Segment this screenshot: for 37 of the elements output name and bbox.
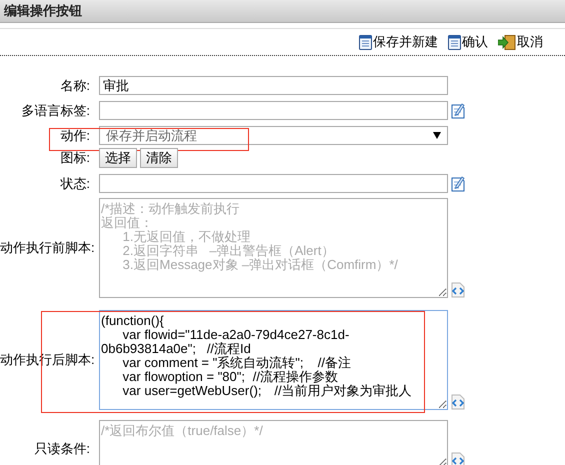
code-icon[interactable] <box>451 394 465 410</box>
placeholder-line: 返回值： <box>101 216 153 230</box>
save-button[interactable]: 确认 <box>448 33 488 51</box>
edit-document-icon[interactable] <box>451 175 465 192</box>
field-label: 图标: <box>59 149 91 167</box>
text-field[interactable] <box>99 101 448 120</box>
placeholder-line: /*描述：动作触发前执行 <box>101 202 240 216</box>
text-field[interactable] <box>99 174 448 193</box>
field-label: 动作: <box>59 126 91 144</box>
field-label: 动作执行前脚本: <box>0 239 96 257</box>
document-icon <box>448 34 461 50</box>
field-label: 只读条件: <box>33 440 91 458</box>
cancel-button[interactable]: 取消 <box>498 33 543 51</box>
action-dropdown[interactable]: 保存并启动流程 <box>99 126 448 145</box>
code-line: (function(){ <box>101 314 164 328</box>
document-icon <box>359 34 372 50</box>
placeholder-line: 3.返回Message对象 –弹出对话框（Comfirm）*/ <box>122 258 398 272</box>
code-icon[interactable] <box>451 452 465 465</box>
icon-pick-button[interactable]: 清除 <box>140 148 178 168</box>
edit-document-icon[interactable] <box>451 102 465 119</box>
placeholder-line: 2.返回字符串 –弹出警告框（Alert） <box>122 244 334 258</box>
dropdown-arrow-icon <box>433 132 441 139</box>
code-line: var comment = "系统自动流转"; //备注 <box>122 356 351 370</box>
save-button[interactable]: 保存并新建 <box>359 33 438 51</box>
placeholder-line: /*返回布尔值（true/false）*/ <box>101 424 263 438</box>
door-exit-icon <box>498 34 516 50</box>
field-label: 状态: <box>59 174 91 192</box>
window-title: 编辑操作按钮 <box>4 2 82 20</box>
code-line: var flowoption = "80"; //流程操作参数 <box>122 370 338 384</box>
text-field[interactable]: 审批 <box>99 76 448 95</box>
script-field[interactable]: (function(){ var flowid="11de-a2a0-79d4ce27-8c1d-0b6b93814a0e"; //流程Id var comment = "系统自动流转"; //备注 var flowoption = "80"; //流程操作参数 var user=getWebUser(); //当前用户对象为审批人 <box>99 310 448 410</box>
field-label: 名称: <box>59 76 91 94</box>
code-line: var user=getWebUser(); //当前用户对象为审批人 <box>122 384 412 398</box>
icon-pick-button[interactable]: 选择 <box>99 148 137 168</box>
code-icon[interactable] <box>451 282 465 298</box>
placeholder-line: 1.无返回值，不做处理 <box>122 230 251 244</box>
field-label: 多语言标签: <box>20 102 91 120</box>
